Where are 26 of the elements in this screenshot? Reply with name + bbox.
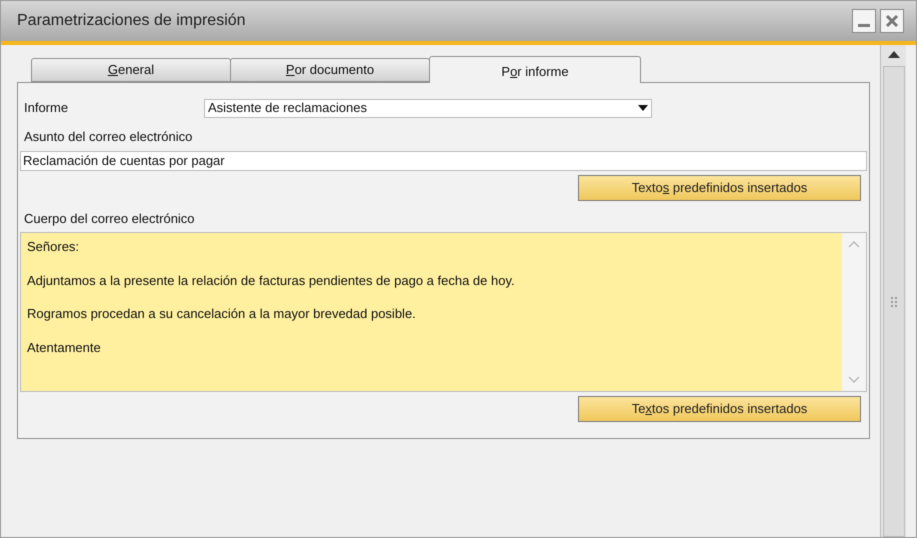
body-text-line: Señores:	[27, 238, 80, 256]
minimize-icon	[858, 24, 870, 27]
grip-icon	[890, 296, 896, 306]
body-label: Cuerpo del correo electrónico	[24, 210, 196, 228]
dropdown-arrow-icon	[638, 105, 648, 111]
report-label: Informe	[24, 99, 70, 118]
body-text-line: Atentamente	[27, 338, 102, 356]
scroll-up-icon	[888, 51, 900, 58]
predefined-texts-button[interactable]: Textos predefinidos insertados	[578, 396, 861, 422]
body-text-line: Rogramos procedan a su cancelación a la mayor brevedad posible.	[27, 305, 417, 323]
close-button[interactable]	[880, 9, 904, 33]
report-dropdown[interactable]: Asistente de reclamaciones	[204, 98, 652, 118]
tab[interactable]: Por documento	[230, 58, 430, 82]
window-title: Parametrizaciones de impresión	[17, 11, 246, 31]
scroll-up-icon	[848, 241, 860, 248]
subject-field[interactable]: Reclamación de cuentas por pagar	[20, 150, 867, 170]
tab[interactable]: General	[31, 58, 231, 82]
tab[interactable]: Por informe	[429, 56, 641, 83]
body-text-area[interactable]: Señores: Adjuntamos a la presente la relación de facturas pendientes de pago a fecha de hoy. Rogramos procedan a su cancelación a la mayor brevedad posible. Atentamente	[20, 232, 867, 392]
predefined-texts-button[interactable]: Textos predefinidos insertados	[578, 174, 861, 200]
scroll-thumb[interactable]	[882, 66, 904, 537]
body-text-line: Adjuntamos a la presente la relación de facturas pendientes de pago a fecha de hoy.	[27, 272, 516, 290]
minimize-button[interactable]	[852, 9, 876, 33]
subject-label: Asunto del correo electrónico	[24, 128, 194, 146]
close-icon	[885, 14, 899, 28]
scroll-down-icon	[848, 376, 860, 383]
